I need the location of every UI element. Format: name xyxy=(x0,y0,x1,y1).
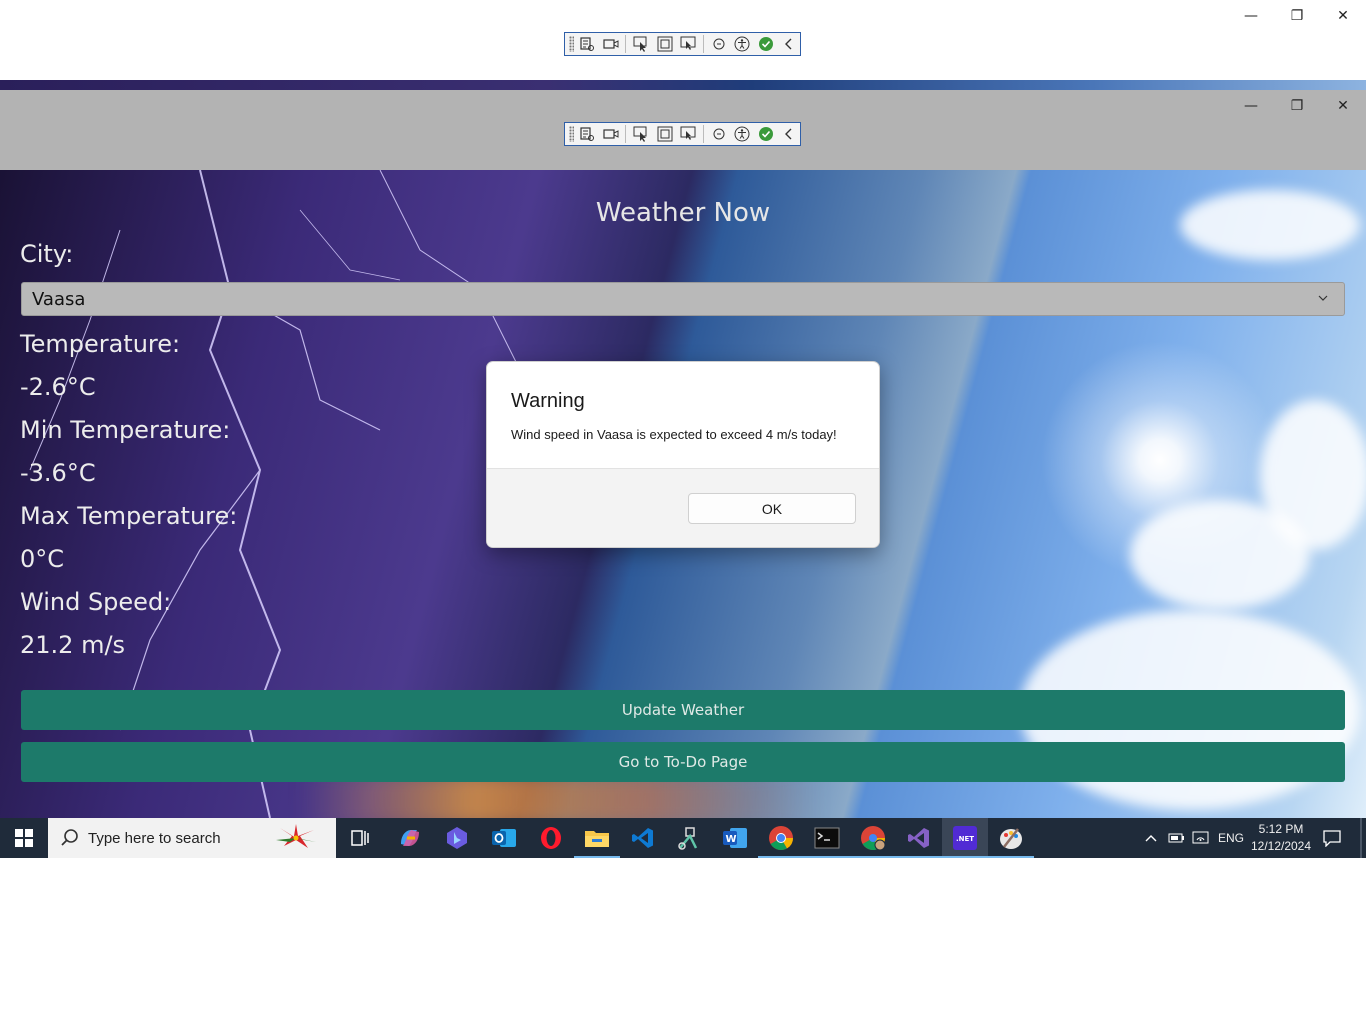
app-minimize-button[interactable]: — xyxy=(1228,94,1274,118)
toolbar-grip[interactable] xyxy=(569,126,575,142)
wind-speed-value: 21.2 m/s xyxy=(20,631,126,659)
visual-studio-icon[interactable] xyxy=(896,823,942,858)
file-explorer-icon[interactable] xyxy=(574,823,620,858)
outer-minimize-button[interactable]: — xyxy=(1228,4,1274,28)
word-icon[interactable]: W xyxy=(720,823,750,853)
city-dropdown[interactable]: Vaasa xyxy=(21,282,1345,316)
dialog-footer: OK xyxy=(487,468,879,547)
chrome-profile-icon[interactable] xyxy=(850,823,896,858)
chrome-icon[interactable] xyxy=(758,823,804,858)
clock-time: 5:12 PM xyxy=(1258,822,1304,836)
city-selected-value: Vaasa xyxy=(32,288,86,310)
live-visual-tree-icon[interactable] xyxy=(576,34,598,54)
select-element-icon[interactable] xyxy=(630,124,652,144)
debug-toolbar-inner xyxy=(564,122,801,146)
battery-icon[interactable] xyxy=(1168,818,1186,858)
start-button[interactable] xyxy=(0,818,48,858)
show-hidden-icons-button[interactable] xyxy=(1144,818,1158,858)
display-layout-adorners-icon[interactable] xyxy=(654,124,676,144)
min-temperature-value: -3.6°C xyxy=(20,459,96,487)
collapse-chevron-icon[interactable] xyxy=(778,124,800,144)
min-temperature-label: Min Temperature: xyxy=(20,416,231,444)
dialog-title: Warning xyxy=(511,390,585,412)
go-to-todo-button[interactable]: Go to To-Do Page xyxy=(21,742,1345,782)
outer-maximize-button[interactable]: ❐ xyxy=(1274,4,1320,28)
background-peek xyxy=(0,80,1366,90)
update-weather-button[interactable]: Update Weather xyxy=(21,690,1345,730)
poinsettia-icon xyxy=(276,824,316,848)
record-icon[interactable] xyxy=(600,124,622,144)
search-icon xyxy=(61,829,78,846)
display-layout-adorners-icon[interactable] xyxy=(654,34,676,54)
bing-icon[interactable] xyxy=(442,823,472,853)
select-element-icon[interactable] xyxy=(630,34,652,54)
xaml-hot-reload-ok-icon[interactable] xyxy=(755,124,777,144)
show-desktop-button[interactable] xyxy=(1360,818,1362,858)
task-view-icon[interactable] xyxy=(345,823,375,853)
xaml-hot-reload-ok-icon[interactable] xyxy=(755,34,777,54)
binding-failures-icon[interactable] xyxy=(708,124,730,144)
taskbar-search-box[interactable]: Type here to search xyxy=(48,818,336,858)
track-focus-icon[interactable] xyxy=(677,34,699,54)
vscode-icon[interactable] xyxy=(628,823,658,853)
paint-icon[interactable] xyxy=(988,823,1034,858)
network-icon[interactable] xyxy=(1192,818,1210,858)
svg-text:W: W xyxy=(726,834,737,845)
ok-button[interactable]: OK xyxy=(688,493,856,524)
max-temperature-value: 0°C xyxy=(20,545,65,573)
cloud xyxy=(1130,500,1310,610)
toolbar-grip[interactable] xyxy=(569,36,575,52)
language-indicator[interactable]: ENG xyxy=(1218,818,1244,858)
search-placeholder: Type here to search xyxy=(88,829,221,847)
copilot-icon[interactable] xyxy=(395,823,425,853)
warning-dialog: Warning Wind speed in Vaasa is expected … xyxy=(486,361,880,548)
dotnet-icon[interactable]: .NET xyxy=(942,823,988,858)
snipping-tool-icon[interactable] xyxy=(674,823,704,853)
app-window-titlebar: — ❐ ✕ xyxy=(0,90,1366,170)
binding-failures-icon[interactable] xyxy=(708,34,730,54)
terminal-icon[interactable] xyxy=(804,823,850,858)
clock-date: 12/12/2024 xyxy=(1250,839,1312,853)
wind-speed-label: Wind Speed: xyxy=(20,588,172,616)
debug-toolbar-outer xyxy=(564,32,801,56)
track-focus-icon[interactable] xyxy=(677,124,699,144)
svg-text:.NET: .NET xyxy=(956,835,974,843)
outer-close-button[interactable]: ✕ xyxy=(1320,4,1366,28)
accessibility-checker-icon[interactable] xyxy=(731,34,753,54)
temperature-value: -2.6°C xyxy=(20,373,96,401)
collapse-chevron-icon[interactable] xyxy=(778,34,800,54)
record-icon[interactable] xyxy=(600,34,622,54)
chevron-down-icon xyxy=(1318,295,1328,301)
taskbar: Type here to search W .NET ENG 5:12 PM 1… xyxy=(0,818,1366,858)
page-title: Weather Now xyxy=(595,198,771,228)
dialog-message: Wind speed in Vaasa is expected to excee… xyxy=(511,427,837,442)
max-temperature-label: Max Temperature: xyxy=(20,502,238,530)
live-visual-tree-icon[interactable] xyxy=(576,124,598,144)
opera-icon[interactable] xyxy=(536,823,566,853)
temperature-label: Temperature: xyxy=(20,330,181,358)
accessibility-checker-icon[interactable] xyxy=(731,124,753,144)
notification-center-icon[interactable] xyxy=(1322,818,1342,858)
chevron-up-icon xyxy=(1145,835,1157,842)
app-close-button[interactable]: ✕ xyxy=(1320,94,1366,118)
city-label: City: xyxy=(20,240,74,268)
app-maximize-button[interactable]: ❐ xyxy=(1274,94,1320,118)
outer-window-titlebar: — ❐ ✕ xyxy=(0,0,1366,80)
taskbar-clock[interactable]: 5:12 PM 12/12/2024 xyxy=(1250,821,1312,855)
outlook-icon[interactable] xyxy=(489,823,519,853)
windows-logo-icon xyxy=(15,829,33,847)
